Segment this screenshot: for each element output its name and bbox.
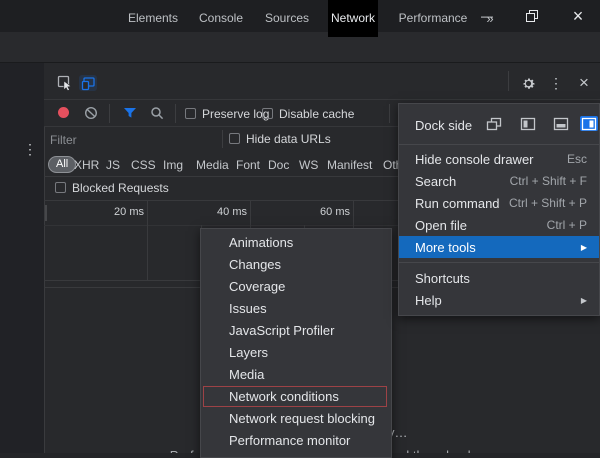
disable-cache-checkbox[interactable] — [262, 108, 273, 119]
timeline-scroll-notch — [45, 205, 47, 221]
tab-console[interactable]: Console — [192, 0, 250, 37]
page-content-strip: ⋮ — [0, 63, 44, 453]
record-button[interactable] — [58, 107, 69, 118]
actionbar-divider2 — [175, 104, 176, 123]
menu-shortcut: Esc — [567, 152, 587, 166]
timeline-tick-20ms: 20 ms — [104, 206, 144, 218]
blocked-requests-label: Blocked Requests — [72, 182, 169, 194]
devtools-menu-kebab-icon[interactable]: ⋮ — [548, 74, 564, 92]
menu-shortcut: Ctrl + Shift + P — [509, 196, 587, 210]
menu-label: Shortcuts — [415, 271, 470, 286]
menu-item-run-command[interactable]: Run command Ctrl + Shift + P — [399, 192, 599, 214]
submenu-arrow-icon: ▶ — [581, 243, 587, 252]
menu-label: More tools — [415, 240, 476, 255]
dock-right-button-selected[interactable] — [580, 116, 598, 131]
submenu-item-coverage[interactable]: Coverage — [201, 276, 391, 298]
search-icon[interactable] — [150, 106, 164, 120]
type-filter-manifest[interactable]: Manifest — [327, 159, 372, 171]
menu-item-search[interactable]: Search Ctrl + Shift + F — [399, 170, 599, 192]
blocked-requests-checkbox[interactable] — [55, 182, 66, 193]
disable-cache-label: Disable cache — [279, 108, 354, 120]
tabbar-divider — [508, 71, 509, 91]
timeline-gridline-major — [147, 201, 148, 280]
type-filter-img[interactable]: Img — [163, 159, 183, 171]
submenu-item-animations[interactable]: Animations — [201, 232, 391, 254]
submenu-item-issues[interactable]: Issues — [201, 298, 391, 320]
hide-data-urls-checkbox[interactable] — [229, 133, 240, 144]
menu-label: Open file — [415, 218, 467, 233]
dock-side-label: Dock side — [415, 118, 472, 133]
dock-left-button[interactable] — [519, 116, 537, 131]
menu-label: Search — [415, 174, 456, 189]
menu-label: Help — [415, 293, 442, 308]
more-tools-submenu: Animations Changes Coverage Issues JavaS… — [200, 228, 392, 458]
preserve-log-label: Preserve log — [202, 108, 269, 120]
clear-icon[interactable] — [84, 106, 98, 120]
type-filter-doc[interactable]: Doc — [268, 159, 289, 171]
submenu-item-performance-monitor[interactable]: Performance monitor — [201, 430, 391, 452]
menu-item-shortcuts[interactable]: Shortcuts — [399, 267, 599, 289]
submenu-item-layers[interactable]: Layers — [201, 342, 391, 364]
type-filter-media[interactable]: Media — [196, 159, 229, 171]
window-close-button[interactable]: × — [561, 4, 595, 28]
restore-icon — [526, 10, 538, 22]
close-icon: × — [573, 6, 584, 27]
devtools-tabbar — [44, 63, 600, 100]
tab-performance[interactable]: Performance — [398, 0, 468, 37]
type-filter-font[interactable]: Font — [236, 159, 260, 171]
type-filter-js[interactable]: JS — [106, 159, 120, 171]
timeline-tick-40ms: 40 ms — [207, 206, 247, 218]
hide-data-urls-label: Hide data URLs — [246, 133, 331, 145]
submenu-item-javascript-profiler[interactable]: JavaScript Profiler — [201, 320, 391, 342]
tab-sources[interactable]: Sources — [259, 0, 315, 37]
menu-shortcut: Ctrl + P — [547, 218, 587, 232]
menu-item-hide-console-drawer[interactable]: Hide console drawer Esc — [399, 148, 599, 170]
dock-bottom-button[interactable] — [552, 116, 570, 131]
filter-row-divider — [222, 130, 223, 148]
actionbar-divider — [109, 104, 110, 123]
tab-network[interactable]: Network — [328, 0, 378, 37]
type-filter-css[interactable]: CSS — [131, 159, 156, 171]
submenu-arrow-icon: ▶ — [581, 296, 587, 305]
device-toolbar-icon[interactable] — [79, 75, 97, 91]
type-filter-xhr[interactable]: XHR — [74, 159, 99, 171]
submenu-item-changes[interactable]: Changes — [201, 254, 391, 276]
type-filter-ws[interactable]: WS — [299, 159, 318, 171]
tab-elements[interactable]: Elements — [125, 0, 181, 37]
menu-separator — [399, 144, 599, 145]
devtools-main-menu: Dock side Hide console drawer Esc Search… — [398, 103, 600, 316]
submenu-item-network-request-blocking[interactable]: Network request blocking — [201, 408, 391, 430]
menu-item-more-tools[interactable]: More tools ▶ — [399, 236, 599, 258]
submenu-item-network-conditions[interactable]: Network conditions — [201, 386, 391, 408]
type-filter-all[interactable]: All — [48, 156, 76, 173]
submenu-item-media[interactable]: Media — [201, 364, 391, 386]
dock-undock-button[interactable] — [485, 116, 503, 131]
preserve-log-checkbox[interactable] — [185, 108, 196, 119]
menu-label: Run command — [415, 196, 500, 211]
inspect-element-icon[interactable] — [56, 75, 74, 91]
actionbar-divider3 — [389, 104, 390, 123]
filter-funnel-icon[interactable] — [123, 107, 137, 120]
menu-label: Hide console drawer — [415, 152, 534, 167]
menu-shortcut: Ctrl + Shift + F — [510, 174, 587, 188]
page-kebab-icon[interactable]: ⋮ — [23, 141, 37, 158]
window-restore-button[interactable] — [515, 4, 549, 28]
filter-input[interactable] — [48, 130, 217, 150]
more-tabs-chevron[interactable]: » — [480, 0, 500, 37]
menu-separator2 — [399, 262, 599, 263]
menu-item-help[interactable]: Help ▶ — [399, 289, 599, 311]
menu-item-open-file[interactable]: Open file Ctrl + P — [399, 214, 599, 236]
devtools-close-icon[interactable]: × — [575, 74, 593, 92]
timeline-tick-60ms: 60 ms — [310, 206, 350, 218]
devtools-settings-gear-icon[interactable] — [519, 74, 537, 92]
